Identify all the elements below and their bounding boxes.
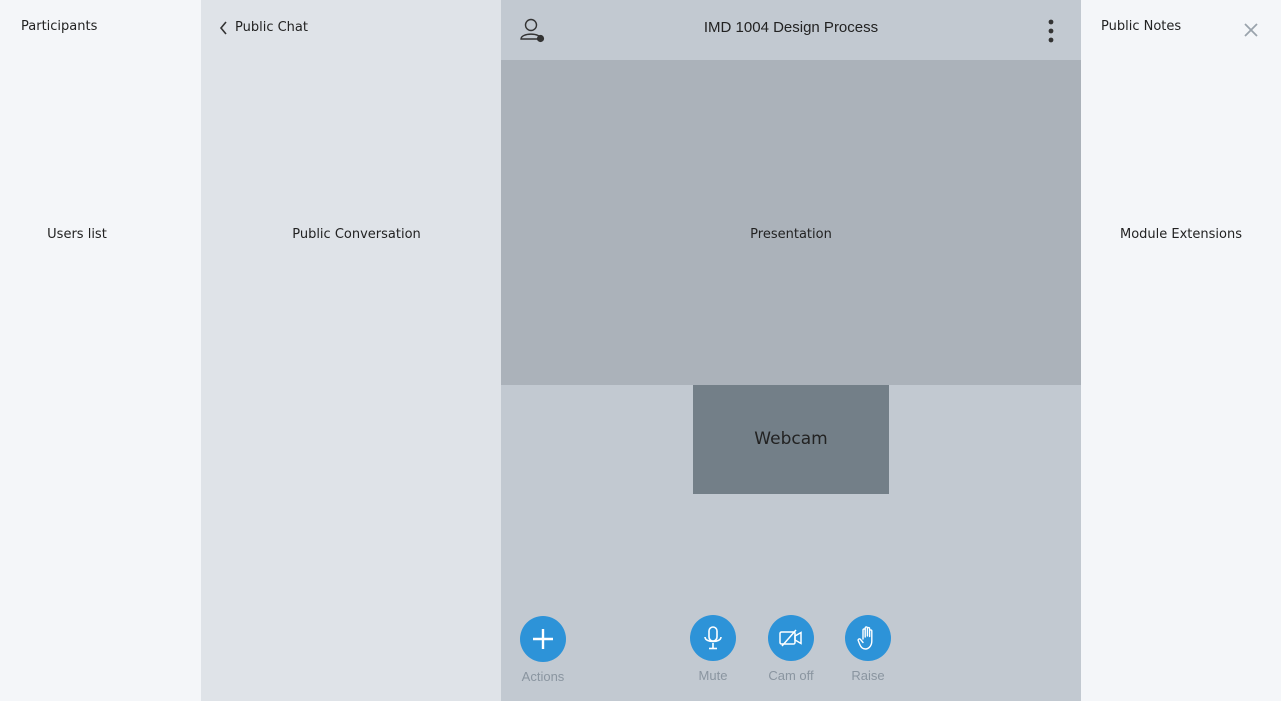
main-header: IMD 1004 Design Process <box>501 0 1081 60</box>
more-options-button[interactable] <box>1041 18 1061 44</box>
cam-caption: Cam off <box>768 668 814 683</box>
raise-circle <box>845 615 891 661</box>
meeting-title: IMD 1004 Design Process <box>703 19 879 36</box>
presentation-label: Presentation <box>750 227 832 242</box>
participants-panel: Participants Users list <box>0 0 201 701</box>
public-notes-title: Public Notes <box>1101 19 1182 34</box>
mute-caption: Mute <box>698 668 728 683</box>
video-off-icon <box>779 629 802 647</box>
microphone-icon <box>704 626 722 650</box>
actions-circle <box>520 616 566 662</box>
participants-title: Participants <box>21 19 98 34</box>
public-chat-back-button[interactable]: Public Chat <box>219 20 308 35</box>
presentation-area: Presentation <box>501 60 1081 385</box>
plus-icon <box>533 629 553 649</box>
chevron-left-icon <box>219 20 227 35</box>
cam-off-button[interactable]: Cam off <box>761 615 821 683</box>
hand-icon <box>857 626 873 650</box>
cam-circle <box>768 615 814 661</box>
close-notes-button[interactable] <box>1243 22 1259 38</box>
chat-panel: Public Chat Public Conversation <box>201 0 501 701</box>
users-list: Users list <box>47 227 107 242</box>
app: Participants Users list Public Chat Publ… <box>0 0 1281 701</box>
close-icon <box>1244 23 1258 37</box>
mute-circle <box>690 615 736 661</box>
public-chat-title: Public Chat <box>235 20 308 35</box>
actions-button[interactable]: Actions <box>513 616 573 684</box>
main-area: IMD 1004 Design Process Presentation Web… <box>501 0 1081 701</box>
mute-button[interactable]: Mute <box>683 615 743 683</box>
notes-panel: Public Notes Module Extensions <box>1081 0 1281 701</box>
raise-hand-button[interactable]: Raise <box>838 615 898 683</box>
actions-caption: Actions <box>521 669 565 684</box>
public-conversation: Public Conversation <box>292 227 421 242</box>
module-extensions: Module Extensions <box>1120 227 1242 242</box>
more-vertical-icon <box>1048 19 1054 43</box>
webcam-label: Webcam <box>754 429 828 449</box>
webcam-area: Webcam <box>693 385 889 494</box>
raise-caption: Raise <box>851 668 885 683</box>
